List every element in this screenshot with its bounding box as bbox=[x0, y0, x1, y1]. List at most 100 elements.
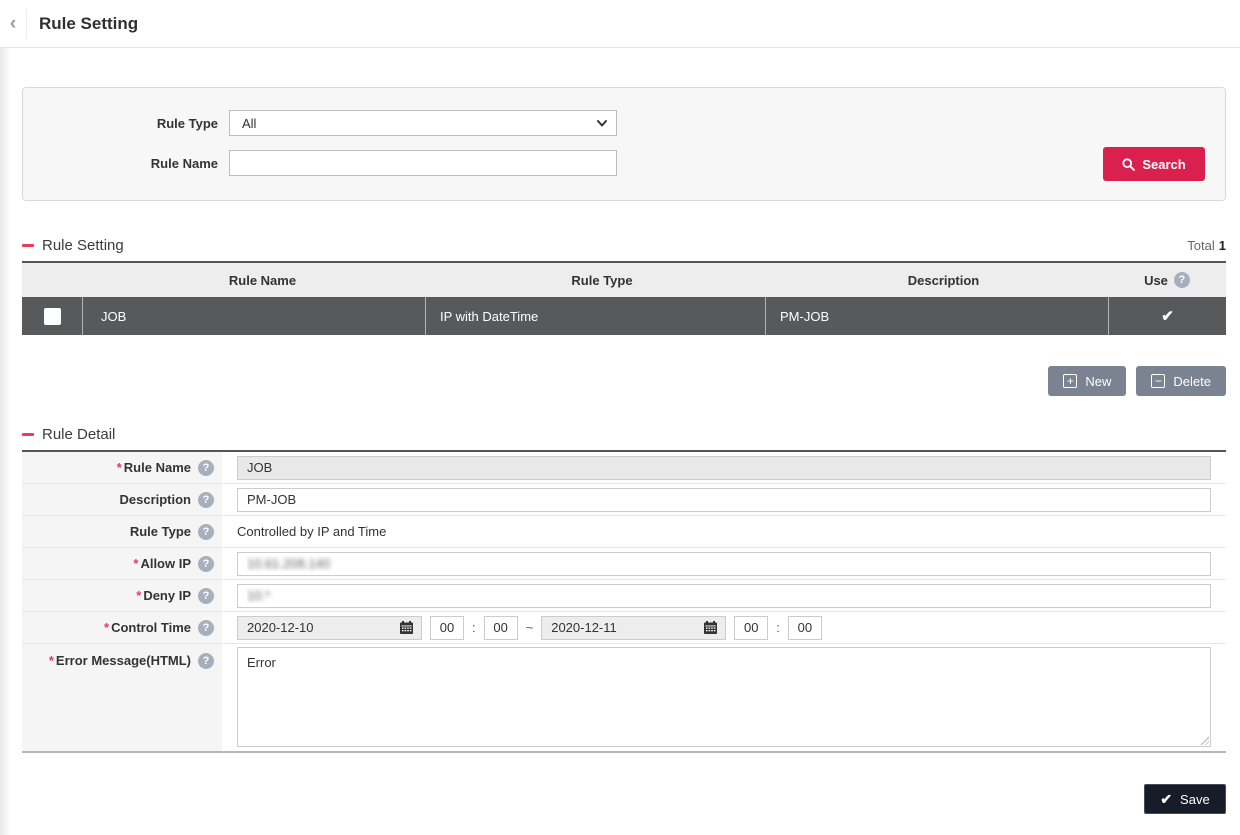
end-minute-input[interactable] bbox=[788, 616, 822, 640]
calendar-icon[interactable] bbox=[399, 620, 414, 635]
rule-name-input[interactable] bbox=[237, 456, 1211, 480]
header-rule-name: Rule Name bbox=[82, 273, 425, 288]
rule-type-field-row: Rule Type ? Controlled by IP and Time bbox=[22, 516, 1226, 548]
deny-ip-help-icon[interactable]: ? bbox=[198, 588, 214, 604]
back-chevron-icon[interactable]: ‹ bbox=[0, 14, 26, 33]
minus-icon: − bbox=[1151, 374, 1165, 388]
control-time-field-value: 2020-12-10 : ~ 2020-12-11 : bbox=[222, 616, 1226, 640]
rule-setting-table: Rule Name Rule Type Description Use ? JO… bbox=[22, 261, 1226, 335]
header-rule-type: Rule Type bbox=[425, 273, 765, 288]
description-field-label: Description ? bbox=[22, 484, 222, 515]
total-indicator: Total 1 bbox=[1187, 238, 1226, 253]
required-marker: * bbox=[133, 556, 138, 571]
error-message-help-icon[interactable]: ? bbox=[198, 653, 214, 669]
rule-detail-section-head: Rule Detail bbox=[22, 426, 1226, 443]
main-content: Rule Type All Rule Name Search Rule Sett… bbox=[0, 87, 1240, 814]
rule-type-field-label: Rule Type ? bbox=[22, 516, 222, 547]
allow-ip-help-icon[interactable]: ? bbox=[198, 556, 214, 572]
error-message-label-text: Error Message(HTML) bbox=[56, 653, 191, 668]
topbar-divider bbox=[26, 9, 27, 39]
rule-type-help-icon[interactable]: ? bbox=[198, 524, 214, 540]
allow-ip-field-row: *Allow IP ? bbox=[22, 548, 1226, 580]
table-row[interactable]: JOB IP with DateTime PM-JOB ✔ bbox=[22, 297, 1226, 335]
rule-name-search-input[interactable] bbox=[229, 150, 617, 176]
start-hour-input[interactable] bbox=[430, 616, 464, 640]
time-colon: : bbox=[472, 620, 476, 635]
header-description: Description bbox=[765, 273, 1108, 288]
end-hour-input[interactable] bbox=[734, 616, 768, 640]
total-count: 1 bbox=[1219, 238, 1226, 253]
range-tilde: ~ bbox=[526, 620, 534, 635]
use-check-icon: ✔ bbox=[1161, 307, 1174, 325]
rule-type-row: Rule Type All bbox=[23, 110, 1225, 136]
top-bar: ‹ Rule Setting bbox=[0, 0, 1240, 48]
description-help-icon[interactable]: ? bbox=[198, 492, 214, 508]
table-actions: + New − Delete bbox=[22, 366, 1226, 396]
page-title: Rule Setting bbox=[39, 14, 138, 34]
use-help-icon[interactable]: ? bbox=[1174, 272, 1190, 288]
control-time-controls: 2020-12-10 : ~ 2020-12-11 : bbox=[237, 616, 1211, 640]
search-button[interactable]: Search bbox=[1103, 147, 1205, 181]
rule-setting-section-title: Rule Setting bbox=[42, 237, 124, 254]
rule-name-field-row: *Rule Name ? bbox=[22, 452, 1226, 484]
allow-ip-field-value bbox=[222, 552, 1226, 576]
left-gutter bbox=[0, 48, 10, 835]
error-message-textarea[interactable]: Error bbox=[237, 647, 1211, 747]
rule-type-select[interactable]: All bbox=[229, 110, 617, 136]
deny-ip-field-value bbox=[222, 584, 1226, 608]
calendar-icon[interactable] bbox=[703, 620, 718, 635]
deny-ip-field-label: *Deny IP ? bbox=[22, 580, 222, 611]
cell-rule-type: IP with DateTime bbox=[425, 297, 765, 335]
save-button-label: Save bbox=[1180, 792, 1210, 807]
search-icon bbox=[1122, 158, 1135, 171]
end-date-input[interactable]: 2020-12-11 bbox=[541, 616, 726, 640]
rule-type-field-value: Controlled by IP and Time bbox=[222, 524, 1226, 539]
total-label: Total bbox=[1187, 238, 1214, 253]
allow-ip-label-text: Allow IP bbox=[140, 556, 191, 571]
error-message-textarea-wrap: Error bbox=[237, 647, 1211, 747]
rule-name-row: Rule Name bbox=[23, 150, 1225, 176]
required-marker: * bbox=[117, 460, 122, 475]
rule-name-field-value bbox=[222, 456, 1226, 480]
cell-description: PM-JOB bbox=[765, 297, 1108, 335]
rule-name-label: Rule Name bbox=[23, 156, 229, 171]
section-dash-icon bbox=[22, 244, 34, 247]
control-time-field-row: *Control Time ? 2020-12-10 : ~ 2020-12-1… bbox=[22, 612, 1226, 644]
start-date-value: 2020-12-10 bbox=[247, 620, 314, 635]
table-header-row: Rule Name Rule Type Description Use ? bbox=[22, 263, 1226, 297]
rule-name-field-label: *Rule Name ? bbox=[22, 452, 222, 483]
start-date-input[interactable]: 2020-12-10 bbox=[237, 616, 422, 640]
deny-ip-field-row: *Deny IP ? bbox=[22, 580, 1226, 612]
rule-name-help-icon[interactable]: ? bbox=[198, 460, 214, 476]
rule-name-label-text: Rule Name bbox=[124, 460, 191, 475]
search-button-label: Search bbox=[1142, 157, 1185, 172]
delete-button-label: Delete bbox=[1173, 374, 1211, 389]
end-date-value: 2020-12-11 bbox=[551, 620, 617, 635]
cell-use: ✔ bbox=[1108, 297, 1226, 335]
save-button[interactable]: ✔ Save bbox=[1144, 784, 1226, 814]
delete-button[interactable]: − Delete bbox=[1136, 366, 1226, 396]
time-colon: : bbox=[776, 620, 780, 635]
error-message-field-value: Error bbox=[222, 644, 1226, 747]
description-label-text: Description bbox=[119, 492, 191, 507]
start-minute-input[interactable] bbox=[484, 616, 518, 640]
header-use-label: Use bbox=[1144, 273, 1168, 288]
description-input[interactable] bbox=[237, 488, 1211, 512]
row-checkbox[interactable] bbox=[44, 308, 61, 325]
allow-ip-input[interactable] bbox=[237, 552, 1211, 576]
rule-type-label-text: Rule Type bbox=[130, 524, 191, 539]
description-field-value bbox=[222, 488, 1226, 512]
header-use: Use ? bbox=[1108, 272, 1226, 288]
error-message-field-row: *Error Message(HTML) ? Error bbox=[22, 644, 1226, 751]
deny-ip-input[interactable] bbox=[237, 584, 1211, 608]
save-row: ✔ Save bbox=[22, 784, 1226, 814]
required-marker: * bbox=[136, 588, 141, 603]
row-checkbox-cell bbox=[22, 297, 82, 335]
rule-detail-section-title: Rule Detail bbox=[42, 426, 115, 443]
control-time-label-text: Control Time bbox=[111, 620, 191, 635]
required-marker: * bbox=[49, 653, 54, 668]
save-check-icon: ✔ bbox=[1160, 791, 1172, 808]
rule-detail-form: *Rule Name ? Description ? Rule Type ? C… bbox=[22, 450, 1226, 753]
control-time-help-icon[interactable]: ? bbox=[198, 620, 214, 636]
new-button[interactable]: + New bbox=[1048, 366, 1126, 396]
